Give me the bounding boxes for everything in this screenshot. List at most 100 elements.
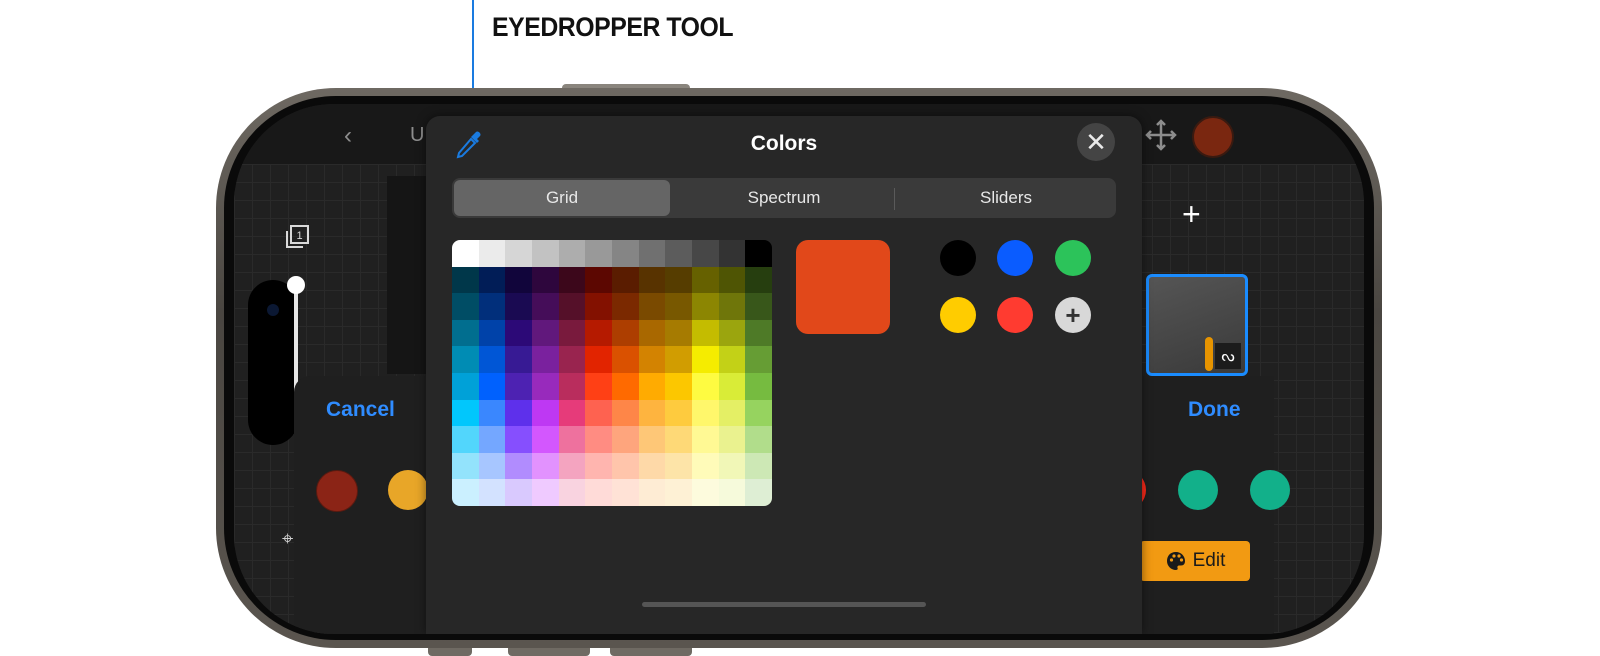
back-icon[interactable]: ‹ [344,122,352,150]
grid-color-cell[interactable] [718,240,746,267]
grid-color-cell[interactable] [691,240,719,267]
grid-color-cell[interactable] [505,479,532,506]
grid-color-cell[interactable] [611,452,639,480]
grid-color-cell[interactable] [585,399,612,427]
grid-color-cell[interactable] [718,266,746,294]
grid-color-cell[interactable] [718,373,746,400]
grid-color-cell[interactable] [745,293,772,320]
grid-color-cell[interactable] [452,319,479,347]
grid-color-cell[interactable] [478,319,506,347]
grid-color-cell[interactable] [691,452,719,480]
grid-color-cell[interactable] [691,373,719,400]
grid-color-cell[interactable] [478,452,506,480]
grid-color-cell[interactable] [611,346,639,373]
grid-color-cell[interactable] [665,346,692,373]
grid-color-cell[interactable] [691,293,719,320]
grid-color-cell[interactable] [665,426,692,453]
cancel-button[interactable]: Cancel [326,398,395,422]
grid-color-cell[interactable] [638,452,666,480]
palette-swatch[interactable] [1178,470,1218,510]
grid-color-cell[interactable] [745,426,772,453]
grid-color-cell[interactable] [638,266,666,294]
grid-color-cell[interactable] [718,479,746,506]
grid-color-cell[interactable] [452,452,479,480]
grid-color-cell[interactable] [531,399,559,427]
grid-color-cell[interactable] [638,346,666,373]
grid-color-cell[interactable] [558,319,586,347]
brush-size-slider-knob[interactable] [287,276,305,294]
grid-color-cell[interactable] [585,479,612,506]
grid-color-cell[interactable] [531,293,559,320]
grid-color-cell[interactable] [745,319,772,347]
grid-color-cell[interactable] [531,319,559,347]
grid-color-cell[interactable] [505,452,532,480]
history-color-green[interactable] [1055,240,1091,276]
grid-color-cell[interactable] [505,266,532,294]
palette-swatch[interactable] [388,470,428,510]
grid-color-cell[interactable] [611,426,639,453]
grid-color-cell[interactable] [558,346,586,373]
grid-color-cell[interactable] [505,319,532,347]
grid-color-cell[interactable] [611,293,639,320]
move-icon[interactable] [1144,118,1178,152]
grid-color-cell[interactable] [745,373,772,400]
edit-palette-button[interactable]: Edit [1140,541,1250,581]
tab-grid[interactable]: Grid [454,180,670,216]
grid-color-cell[interactable] [452,479,479,506]
grid-color-cell[interactable] [745,240,772,267]
palette-swatch[interactable] [1250,470,1290,510]
layer-thumbnail[interactable]: ᔓ [1146,274,1248,376]
grid-color-cell[interactable] [718,452,746,480]
grid-color-cell[interactable] [691,479,719,506]
grid-color-cell[interactable] [531,426,559,453]
grid-color-cell[interactable] [665,266,692,294]
done-button[interactable]: Done [1188,398,1241,422]
grid-color-cell[interactable] [638,319,666,347]
grid-color-cell[interactable] [531,373,559,400]
grid-color-cell[interactable] [505,399,532,427]
grid-color-cell[interactable] [478,346,506,373]
history-color-black[interactable] [940,240,976,276]
grid-color-cell[interactable] [531,479,559,506]
grid-color-cell[interactable] [611,319,639,347]
grid-color-cell[interactable] [691,426,719,453]
grid-color-cell[interactable] [638,479,666,506]
grid-color-cell[interactable] [718,399,746,427]
grid-color-cell[interactable] [665,319,692,347]
grid-color-cell[interactable] [558,293,586,320]
grid-color-cell[interactable] [452,399,479,427]
grid-color-cell[interactable] [585,319,612,347]
grid-color-cell[interactable] [611,240,639,267]
modify-icon[interactable]: ⌖ [282,528,293,551]
grid-color-cell[interactable] [718,426,746,453]
grid-color-cell[interactable] [558,426,586,453]
history-color-red[interactable] [997,297,1033,333]
grid-color-cell[interactable] [745,266,772,294]
grid-color-cell[interactable] [558,266,586,294]
grid-color-cell[interactable] [558,373,586,400]
grid-color-cell[interactable] [585,346,612,373]
grid-color-cell[interactable] [718,346,746,373]
grid-color-cell[interactable] [638,373,666,400]
history-color-blue[interactable] [997,240,1033,276]
grid-color-cell[interactable] [505,373,532,400]
grid-color-cell[interactable] [691,319,719,347]
grid-color-cell[interactable] [558,240,586,267]
grid-color-cell[interactable] [745,346,772,373]
grid-color-cell[interactable] [718,293,746,320]
tab-sliders[interactable]: Sliders [898,180,1114,216]
grid-color-cell[interactable] [585,426,612,453]
grid-color-cell[interactable] [452,293,479,320]
grid-color-cell[interactable] [665,399,692,427]
grid-color-cell[interactable] [611,373,639,400]
grid-color-cell[interactable] [505,346,532,373]
grid-color-cell[interactable] [691,266,719,294]
grid-color-cell[interactable] [531,346,559,373]
tab-spectrum[interactable]: Spectrum [676,180,892,216]
grid-color-cell[interactable] [478,266,506,294]
grid-color-cell[interactable] [638,399,666,427]
grid-color-cell[interactable] [585,452,612,480]
grid-color-cell[interactable] [691,399,719,427]
grid-color-cell[interactable] [665,452,692,480]
grid-color-cell[interactable] [505,426,532,453]
